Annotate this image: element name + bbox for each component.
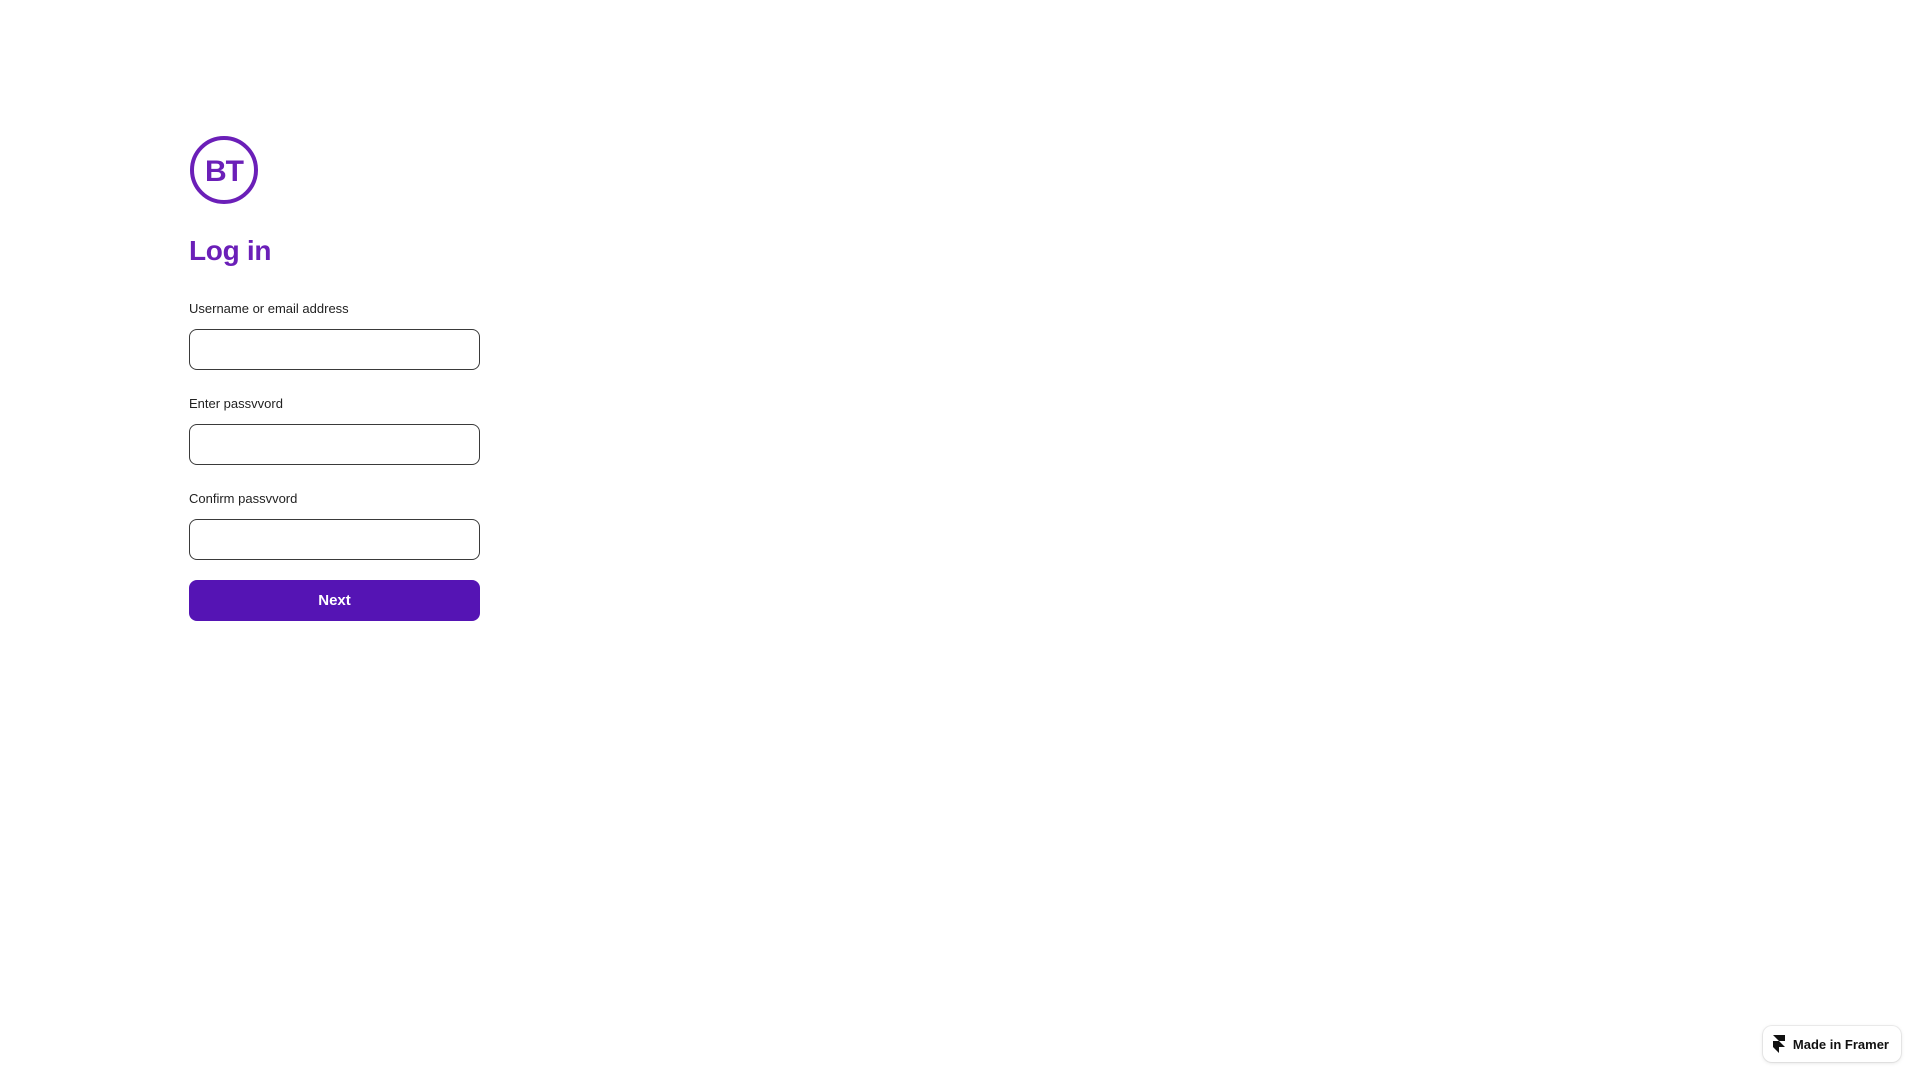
login-form: BT Log in Username or email address Ente…	[189, 135, 484, 621]
username-input[interactable]	[189, 329, 480, 370]
password-label: Enter passvvord	[189, 396, 283, 411]
next-button[interactable]: Next	[189, 580, 480, 621]
username-label: Username or email address	[189, 301, 349, 316]
confirm-password-input[interactable]	[189, 519, 480, 560]
page-title: Log in	[189, 235, 272, 266]
framer-icon	[1772, 1035, 1785, 1053]
login-page: BT Log in Username or email address Ente…	[0, 0, 1920, 1080]
confirm-password-label: Confirm passvvord	[189, 491, 298, 506]
made-in-framer-badge[interactable]: Made in Framer	[1762, 1026, 1901, 1062]
logo-text: BT	[205, 155, 244, 188]
password-input[interactable]	[189, 424, 480, 465]
badge-label: Made in Framer	[1792, 1036, 1889, 1052]
bt-logo: BT	[190, 136, 258, 204]
